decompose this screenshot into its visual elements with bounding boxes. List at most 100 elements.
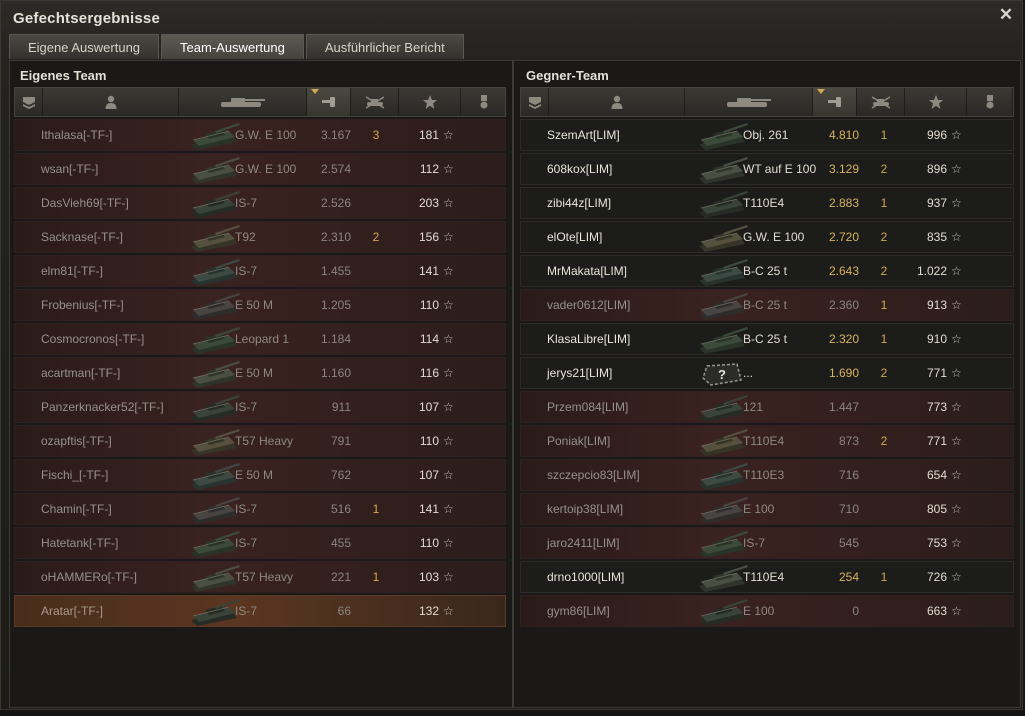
- damage-value: 1.455: [320, 264, 351, 278]
- player-row[interactable]: jerys21[LIM]?... 1.690 2 771 ☆: [520, 357, 1014, 389]
- player-name: gym86[LIM]: [547, 604, 610, 618]
- damage-value: 2.320: [828, 332, 859, 346]
- tank-icon: [191, 395, 240, 422]
- col-damage-header[interactable]: [307, 88, 351, 116]
- xp-star-icon: ☆: [443, 230, 454, 244]
- tank-icon: [699, 429, 748, 456]
- xp-star-icon: ☆: [951, 366, 962, 380]
- xp-star-icon: ☆: [443, 536, 454, 550]
- kills-value: 2: [880, 366, 888, 380]
- xp-value: 771: [926, 366, 947, 380]
- player-row[interactable]: acartman[-TF-] E 50 M 1.160 116 ☆: [14, 357, 506, 389]
- xp-value: 112: [419, 162, 439, 176]
- damage-value: 1.160: [320, 366, 351, 380]
- xp-value: 937: [926, 196, 947, 210]
- xp-star-icon: ☆: [443, 162, 454, 176]
- player-row[interactable]: Ithalasa[-TF-] G.W. E 100 3.167 3 181 ☆: [14, 119, 506, 151]
- xp-value: 654: [926, 468, 947, 482]
- player-row[interactable]: Hatetank[-TF-] IS-7 455 110 ☆: [14, 527, 506, 559]
- player-row[interactable]: drno1000[LIM] T110E4 254 1 726 ☆: [520, 561, 1014, 593]
- col-player-header[interactable]: [43, 88, 179, 116]
- player-row[interactable]: jaro2411[LIM] IS-7 545 753 ☆: [520, 527, 1014, 559]
- col-medals-header[interactable]: [461, 88, 507, 116]
- col-rank-header[interactable]: [15, 88, 43, 116]
- tank-icon: [699, 565, 748, 592]
- vehicle-name: T110E4: [743, 434, 785, 448]
- xp-star-icon: ☆: [443, 298, 454, 312]
- tab-own-evaluation[interactable]: Eigene Auswertung: [9, 34, 160, 59]
- tank-icon: [191, 497, 240, 524]
- player-row[interactable]: Frobenius[-TF-] E 50 M 1.205 110 ☆: [14, 289, 506, 321]
- player-row[interactable]: elm81[-TF-] IS-7 1.455 141 ☆: [14, 255, 506, 287]
- xp-value: 103: [418, 570, 439, 584]
- player-row[interactable]: elOte[LIM] G.W. E 100 2.720 2 835 ☆: [520, 221, 1014, 253]
- player-row[interactable]: zibi44z[LIM] T110E4 2.883 1 937 ☆: [520, 187, 1014, 219]
- player-row[interactable]: Chamin[-TF-] IS-7 516 1 141 ☆: [14, 493, 506, 525]
- tank-icon: [699, 259, 748, 286]
- damage-value: 2.526: [320, 196, 351, 210]
- kills-icon: [871, 95, 890, 109]
- player-row[interactable]: KlasaLibre[LIM] B-C 25 t 2.320 1 910 ☆: [520, 323, 1014, 355]
- player-row[interactable]: DasVieh69[-TF-] IS-7 2.526 203 ☆: [14, 187, 506, 219]
- medal-icon: [986, 95, 993, 109]
- player-row[interactable]: oHAMMERo[-TF-] T57 Heavy 221 1 103 ☆: [14, 561, 506, 593]
- col-kills-header[interactable]: [351, 88, 399, 116]
- vehicle-name: T110E4: [743, 196, 785, 210]
- damage-value: 791: [330, 434, 351, 448]
- col-medals-header[interactable]: [967, 88, 1013, 116]
- player-row[interactable]: MrMakata[LIM] B-C 25 t 2.643 2 1.022 ☆: [520, 255, 1014, 287]
- col-rank-header[interactable]: [521, 88, 549, 116]
- damage-value: 1.447: [828, 400, 859, 414]
- xp-star-icon: ☆: [951, 400, 962, 414]
- damage-icon: [827, 97, 841, 107]
- xp-value: 132: [418, 604, 439, 618]
- col-damage-header[interactable]: [813, 88, 857, 116]
- player-row[interactable]: ozapftis[-TF-] T57 Heavy 791 110 ☆: [14, 425, 506, 457]
- tab-team-evaluation[interactable]: Team-Auswertung: [161, 34, 304, 59]
- xp-star-icon: ☆: [443, 468, 454, 482]
- player-row[interactable]: vader0612[LIM] B-C 25 t 2.360 1 913 ☆: [520, 289, 1014, 321]
- player-row[interactable]: Przem084[LIM] 121 1.447 773 ☆: [520, 391, 1014, 423]
- vehicle-name: B-C 25 t: [743, 264, 788, 278]
- player-row[interactable]: SzemArt[LIM] Obj. 261 4.810 1 996 ☆: [520, 119, 1014, 151]
- player-name: elm81[-TF-]: [41, 264, 104, 278]
- xp-value: 753: [926, 536, 947, 550]
- col-vehicle-header[interactable]: [685, 88, 813, 116]
- col-xp-header[interactable]: [399, 88, 461, 116]
- player-row[interactable]: kertoip38[LIM] E 100 710 805 ☆: [520, 493, 1014, 525]
- player-row[interactable]: Sacknase[-TF-] T92 2.310 2 156 ☆: [14, 221, 506, 253]
- damage-value: 2.720: [828, 230, 859, 244]
- col-xp-header[interactable]: [905, 88, 967, 116]
- player-name: Ithalasa[-TF-]: [41, 128, 113, 142]
- xp-star-icon: ☆: [951, 502, 962, 516]
- title-bar: Gefechtsergebnisse ✕: [1, 1, 1022, 34]
- xp-value: 107: [418, 468, 439, 482]
- player-row[interactable]: szczepcio83[LIM] T110E3 716 654 ☆: [520, 459, 1014, 491]
- xp-value: 773: [926, 400, 947, 414]
- player-row[interactable]: Aratar[-TF-] IS-7 66 132 ☆: [14, 595, 506, 627]
- player-row[interactable]: Poniak[LIM] T110E4 873 2 771 ☆: [520, 425, 1014, 457]
- damage-value: 911: [331, 400, 351, 414]
- xp-value: 110: [419, 298, 439, 312]
- col-vehicle-header[interactable]: [179, 88, 307, 116]
- xp-value: 141: [418, 502, 439, 516]
- kills-value: [873, 596, 895, 626]
- player-row[interactable]: Cosmocronos[-TF-] Leopard 1 1.184 114 ☆: [14, 323, 506, 355]
- col-kills-header[interactable]: [857, 88, 905, 116]
- col-player-header[interactable]: [549, 88, 685, 116]
- tank-icon: [191, 327, 240, 354]
- close-icon[interactable]: ✕: [998, 6, 1014, 23]
- player-row[interactable]: wsan[-TF-] G.W. E 100 2.574 112 ☆: [14, 153, 506, 185]
- kills-value: [365, 358, 387, 388]
- kills-value: 1: [372, 502, 380, 516]
- sort-descending-icon: [817, 89, 825, 94]
- tab-detailed-report[interactable]: Ausführlicher Bericht: [305, 34, 464, 59]
- player-row[interactable]: Panzerknacker52[-TF-] IS-7 911 107 ☆: [14, 391, 506, 423]
- player-name: vader0612[LIM]: [547, 298, 631, 312]
- player-row[interactable]: 608kox[LIM] WT auf E 100 3.129 2 896 ☆: [520, 153, 1014, 185]
- player-row[interactable]: Fischi_[-TF-] E 50 M 762 107 ☆: [14, 459, 506, 491]
- window-title: Gefechtsergebnisse: [13, 10, 160, 27]
- kills-value: [873, 460, 895, 490]
- player-row[interactable]: gym86[LIM] E 100 0 663 ☆: [520, 595, 1014, 627]
- vehicle-name: G.W. E 100: [235, 162, 297, 176]
